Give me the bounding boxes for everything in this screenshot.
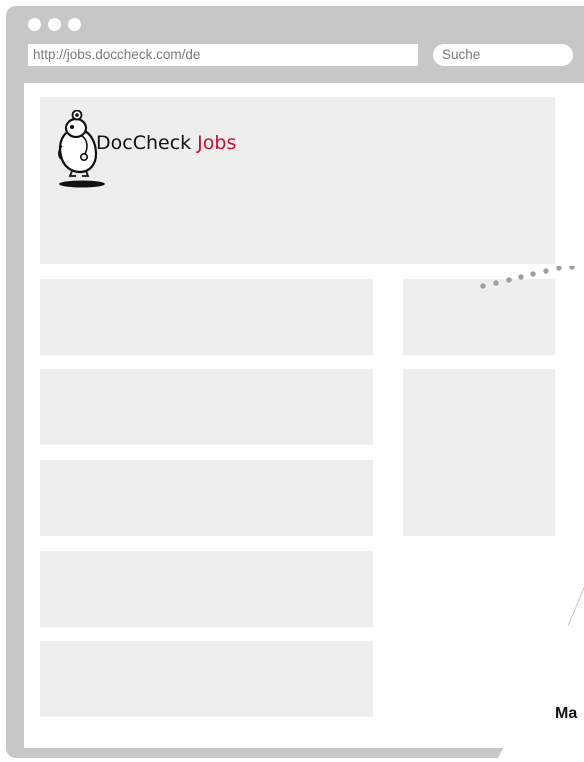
page: http://jobs.doccheck.com/de Suche DocChe…: [0, 0, 584, 762]
logo-product: Jobs: [191, 132, 236, 154]
content-placeholder: [40, 460, 373, 536]
content-placeholder: [40, 551, 373, 627]
dotted-connector-icon: [480, 266, 575, 289]
logo-product-text: Jobs: [197, 132, 237, 154]
search-field[interactable]: Suche: [433, 44, 573, 66]
search-placeholder: Suche: [442, 47, 481, 62]
url-bar[interactable]: http://jobs.doccheck.com/de: [28, 44, 418, 66]
window-control-icon[interactable]: [68, 18, 81, 31]
overlay-caption: Ma: [555, 705, 578, 722]
logo-wordmark[interactable]: DocCheck Jobs: [96, 131, 236, 155]
window-control-icon[interactable]: [48, 18, 61, 31]
content-placeholder: [40, 369, 373, 445]
sidebar-placeholder: [403, 369, 555, 536]
window-control-icon[interactable]: [28, 18, 41, 31]
content-placeholder: [40, 279, 373, 355]
url-text: http://jobs.doccheck.com/de: [33, 47, 201, 62]
logo-brand: DocCheck: [96, 132, 192, 154]
content-placeholder: [40, 641, 373, 717]
